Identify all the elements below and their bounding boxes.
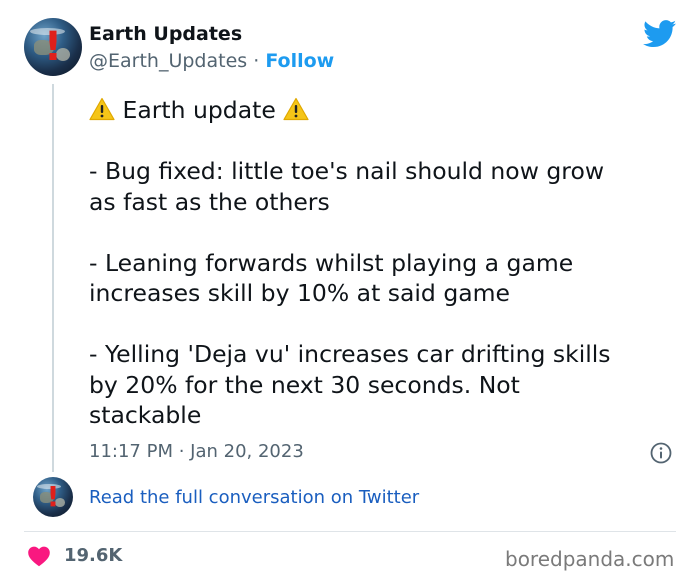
tweet-card: ! Earth Updates @Earth_Updates · Follow … (0, 0, 700, 583)
tweet-line: increases skill by 10% at said game (89, 279, 510, 307)
tweet-line: - Bug fixed: little toe's nail should no… (89, 157, 605, 185)
twitter-bird-icon[interactable] (643, 20, 677, 48)
read-conversation-link[interactable]: Read the full conversation on Twitter (89, 487, 419, 508)
warning-sign-icon (283, 97, 309, 121)
tweet-line: stackable (89, 401, 202, 429)
tweet-text: Earth update - Bug fixed: little toe's n… (89, 95, 679, 431)
divider (24, 531, 676, 532)
watermark: boredpanda.com (505, 547, 675, 571)
avatar-exclamation: ! (43, 24, 63, 70)
tweet-line: - Yelling 'Deja vu' increases car drifti… (89, 340, 611, 368)
tweet-line: as fast as the others (89, 187, 330, 216)
separator-dot: · (253, 50, 260, 72)
handle-row: @Earth_Updates · Follow (89, 50, 334, 72)
thread-line (52, 84, 54, 472)
avatar-exclamation: ! (46, 480, 60, 513)
like-count[interactable]: 19.6K (64, 545, 122, 566)
tweet-line: by 20% for the next 30 seconds. Not (89, 370, 520, 399)
heart-icon[interactable] (27, 545, 51, 567)
tweet-heading-text: Earth update (122, 96, 276, 124)
author-name[interactable]: Earth Updates (89, 23, 242, 45)
tweet-timestamp[interactable]: 11:17 PM · Jan 20, 2023 (89, 441, 304, 462)
tweet-heading: Earth update (89, 95, 679, 126)
follow-button[interactable]: Follow (265, 50, 334, 72)
warning-sign-icon (89, 97, 115, 121)
info-icon[interactable] (650, 442, 672, 464)
author-handle[interactable]: @Earth_Updates (89, 50, 247, 72)
tweet-line: - Leaning forwards whilst playing a game (89, 248, 574, 277)
conversation-avatar[interactable]: ! (33, 477, 73, 517)
author-avatar[interactable]: ! (24, 18, 82, 76)
